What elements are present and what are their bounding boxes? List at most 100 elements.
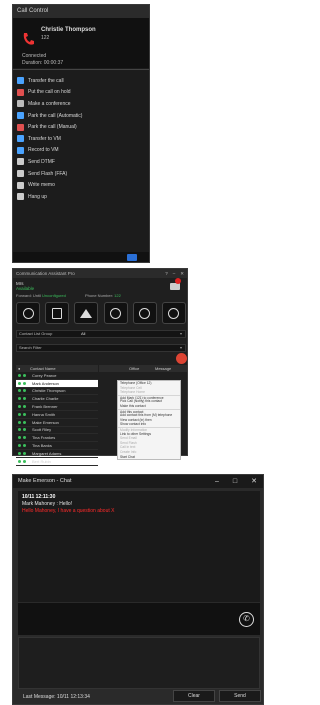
call-action-label: Hang up — [28, 193, 47, 200]
call-action-item[interactable]: Send Flash (FFA) — [17, 168, 145, 180]
column-office[interactable]: Office — [129, 365, 139, 372]
forward-value: Unconfigured — [42, 293, 66, 298]
call-action-label: Put the call on hold — [28, 89, 71, 96]
send-button[interactable]: Send — [219, 690, 261, 702]
table-row[interactable]: Hanna Smith — [16, 411, 98, 419]
presence-dot-icon — [18, 444, 21, 448]
status-dot-icon — [23, 389, 26, 393]
caller-name: Christie Thompson — [41, 27, 96, 33]
assistant-window: Communication Assistant Pro ? – ✕ Mrs Av… — [12, 268, 188, 466]
table-row[interactable]: Mark Anderson — [16, 379, 98, 388]
call-action-label: Park the call (Manual) — [28, 124, 77, 131]
call-action-item[interactable]: Make a conference — [17, 98, 145, 110]
clear-button[interactable]: Clear — [173, 690, 215, 702]
call-action-item[interactable]: Transfer to VM — [17, 133, 145, 145]
message-history: 10/11 12:11:30 Mark Mahoney : Hello! Hel… — [18, 491, 260, 602]
call-action-item[interactable]: Park the call (Manual) — [17, 121, 145, 133]
device-icon[interactable] — [170, 283, 180, 290]
call-control-footer — [13, 252, 149, 262]
settings-button[interactable] — [161, 302, 186, 324]
call-action-item[interactable]: Send DTMF — [17, 156, 145, 168]
add-contact-icon[interactable] — [176, 353, 187, 364]
forward-info: Forward: Until Unconfigured — [16, 293, 66, 298]
call-action-item[interactable]: Write memo — [17, 179, 145, 191]
table-row[interactable]: Make Emerson — [16, 419, 98, 427]
call-action-item[interactable]: Hang up — [17, 191, 145, 203]
presence-dot-icon — [18, 381, 21, 385]
column-message[interactable]: Message — [155, 365, 171, 372]
presence-dot-icon — [18, 451, 21, 455]
call-action-label: Send DTMF — [28, 158, 55, 165]
table-row[interactable]: Corey Pearce — [16, 372, 98, 380]
availability-status[interactable]: Available — [16, 286, 34, 291]
call-button[interactable] — [16, 302, 40, 324]
column-contact-name[interactable]: Contact Name — [28, 365, 56, 372]
status-dot-icon — [23, 381, 26, 385]
assistant-title: Communication Assistant Pro ? – ✕ — [13, 269, 187, 278]
call-action-list: Transfer the call Put the call on hold Mak… — [17, 75, 145, 203]
phone-info: Phone Number: 122 — [85, 293, 121, 298]
status-dot-icon — [23, 397, 26, 401]
assistant-toolbar — [16, 302, 186, 324]
phone-label: Phone Number: — [85, 293, 114, 298]
chat-title-text: Make Emerson - Chat — [18, 478, 72, 484]
contact-name: Margaret Adams — [32, 450, 62, 456]
call-action-item[interactable]: Put the call on hold — [17, 87, 145, 99]
phone-icon: ✆ — [243, 614, 250, 623]
contact-list-value: All — [81, 331, 86, 336]
presence-dot-icon — [18, 405, 21, 409]
chevron-down-icon: ▾ — [179, 331, 182, 336]
phone-call-icon — [22, 307, 34, 319]
table-row[interactable]: Margaret Adams — [16, 450, 98, 458]
call-action-item[interactable]: Record to VM — [17, 145, 145, 157]
search-filter[interactable]: Search Filter ▾ — [16, 344, 186, 352]
active-call-card: Christie Thompson 122 Connected Duration… — [13, 18, 149, 68]
status-dot-icon — [23, 412, 26, 416]
close-icon[interactable]: ✕ — [180, 271, 184, 276]
call-status: Connected — [22, 53, 47, 59]
status-dot-icon — [23, 436, 26, 440]
table-row[interactable]: Tina Banks — [16, 442, 98, 450]
contact-name: Hanna Smith — [32, 411, 56, 417]
call-contact-button[interactable]: ✆ — [239, 612, 254, 627]
call-action-label: Write memo — [28, 182, 55, 189]
contacts-button[interactable] — [45, 302, 70, 324]
table-row[interactable]: Bert Rubin — [16, 458, 98, 466]
contact-name: Scott Riley — [32, 427, 52, 433]
chat-window-controls: – □ ✕ — [215, 478, 257, 485]
search-label: Search Filter — [19, 345, 42, 350]
table-row[interactable]: Christie Thompson — [16, 388, 98, 396]
last-message-time: 10/11 12:13:34 — [56, 694, 90, 700]
status-dot-icon — [23, 405, 26, 409]
settings-icon[interactable]: ? — [165, 271, 168, 276]
table-row[interactable]: Charlie Charlie — [16, 395, 98, 404]
table-row[interactable]: Frank Brenner — [16, 403, 98, 411]
status-column: ● — [18, 366, 21, 371]
presence-button[interactable] — [74, 302, 99, 324]
minimize-icon[interactable]: – — [173, 271, 176, 276]
close-icon[interactable]: ✕ — [251, 478, 257, 485]
call-action-item[interactable]: Transfer the call — [17, 75, 145, 87]
minimize-icon[interactable]: – — [215, 478, 219, 485]
contact-list-select[interactable]: Contact List Group All ▾ — [16, 330, 186, 338]
chat-icon — [110, 307, 122, 319]
chat-button[interactable] — [103, 302, 128, 324]
table-header-right: Office Message — [99, 365, 187, 372]
maximize-icon[interactable]: □ — [233, 478, 237, 485]
table-row[interactable]: Tina Frankes — [16, 434, 98, 443]
contact-name: Frank Brenner — [32, 404, 58, 410]
presence-dot-icon — [18, 436, 21, 440]
menu-item[interactable]: Start Chat — [118, 455, 180, 460]
contact-name: Tina Banks — [32, 443, 52, 449]
memo-icon — [17, 181, 24, 189]
contact-name: Tina Frankes — [32, 435, 56, 441]
expand-button[interactable] — [127, 254, 137, 261]
status-dot-icon — [23, 428, 26, 432]
presence-dot-icon — [18, 412, 21, 416]
history-button[interactable] — [132, 302, 157, 324]
call-action-item[interactable]: Park the call (Automatic) — [17, 110, 145, 122]
status-dot-icon — [23, 420, 26, 424]
message-input[interactable] — [18, 637, 260, 689]
table-row[interactable]: Scott Riley — [16, 427, 98, 435]
last-message-label: Last Message: — [23, 694, 56, 700]
